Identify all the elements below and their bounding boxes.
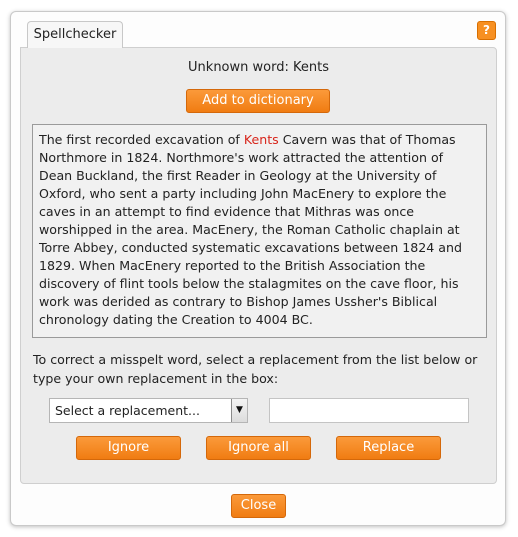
misspelt-word: Kents xyxy=(243,132,279,147)
help-icon: ? xyxy=(483,23,490,37)
tab-spellchecker[interactable]: Spellchecker xyxy=(27,21,123,48)
replacement-input[interactable] xyxy=(269,398,469,423)
close-button[interactable]: Close xyxy=(231,494,286,518)
add-to-dictionary-button[interactable]: Add to dictionary xyxy=(186,89,330,113)
text-preview: The first recorded excavation of Kents C… xyxy=(32,124,487,338)
text-after-word: Cavern was that of Thomas Northmore in 1… xyxy=(39,132,462,327)
replacement-select-value: Select a replacement... xyxy=(55,403,200,418)
chevron-down-icon[interactable]: ▼ xyxy=(231,399,247,422)
replace-button[interactable]: Replace xyxy=(336,436,441,460)
text-before-word: The first recorded excavation of xyxy=(39,132,244,147)
ignore-all-button[interactable]: Ignore all xyxy=(206,436,311,460)
instructions-text: To correct a misspelt word, select a rep… xyxy=(33,352,478,386)
unknown-word-label: Unknown word: Kents xyxy=(188,60,329,75)
replacement-select[interactable]: Select a replacement... ▼ xyxy=(49,398,248,423)
help-button[interactable]: ? xyxy=(477,21,496,40)
ignore-button[interactable]: Ignore xyxy=(76,436,181,460)
